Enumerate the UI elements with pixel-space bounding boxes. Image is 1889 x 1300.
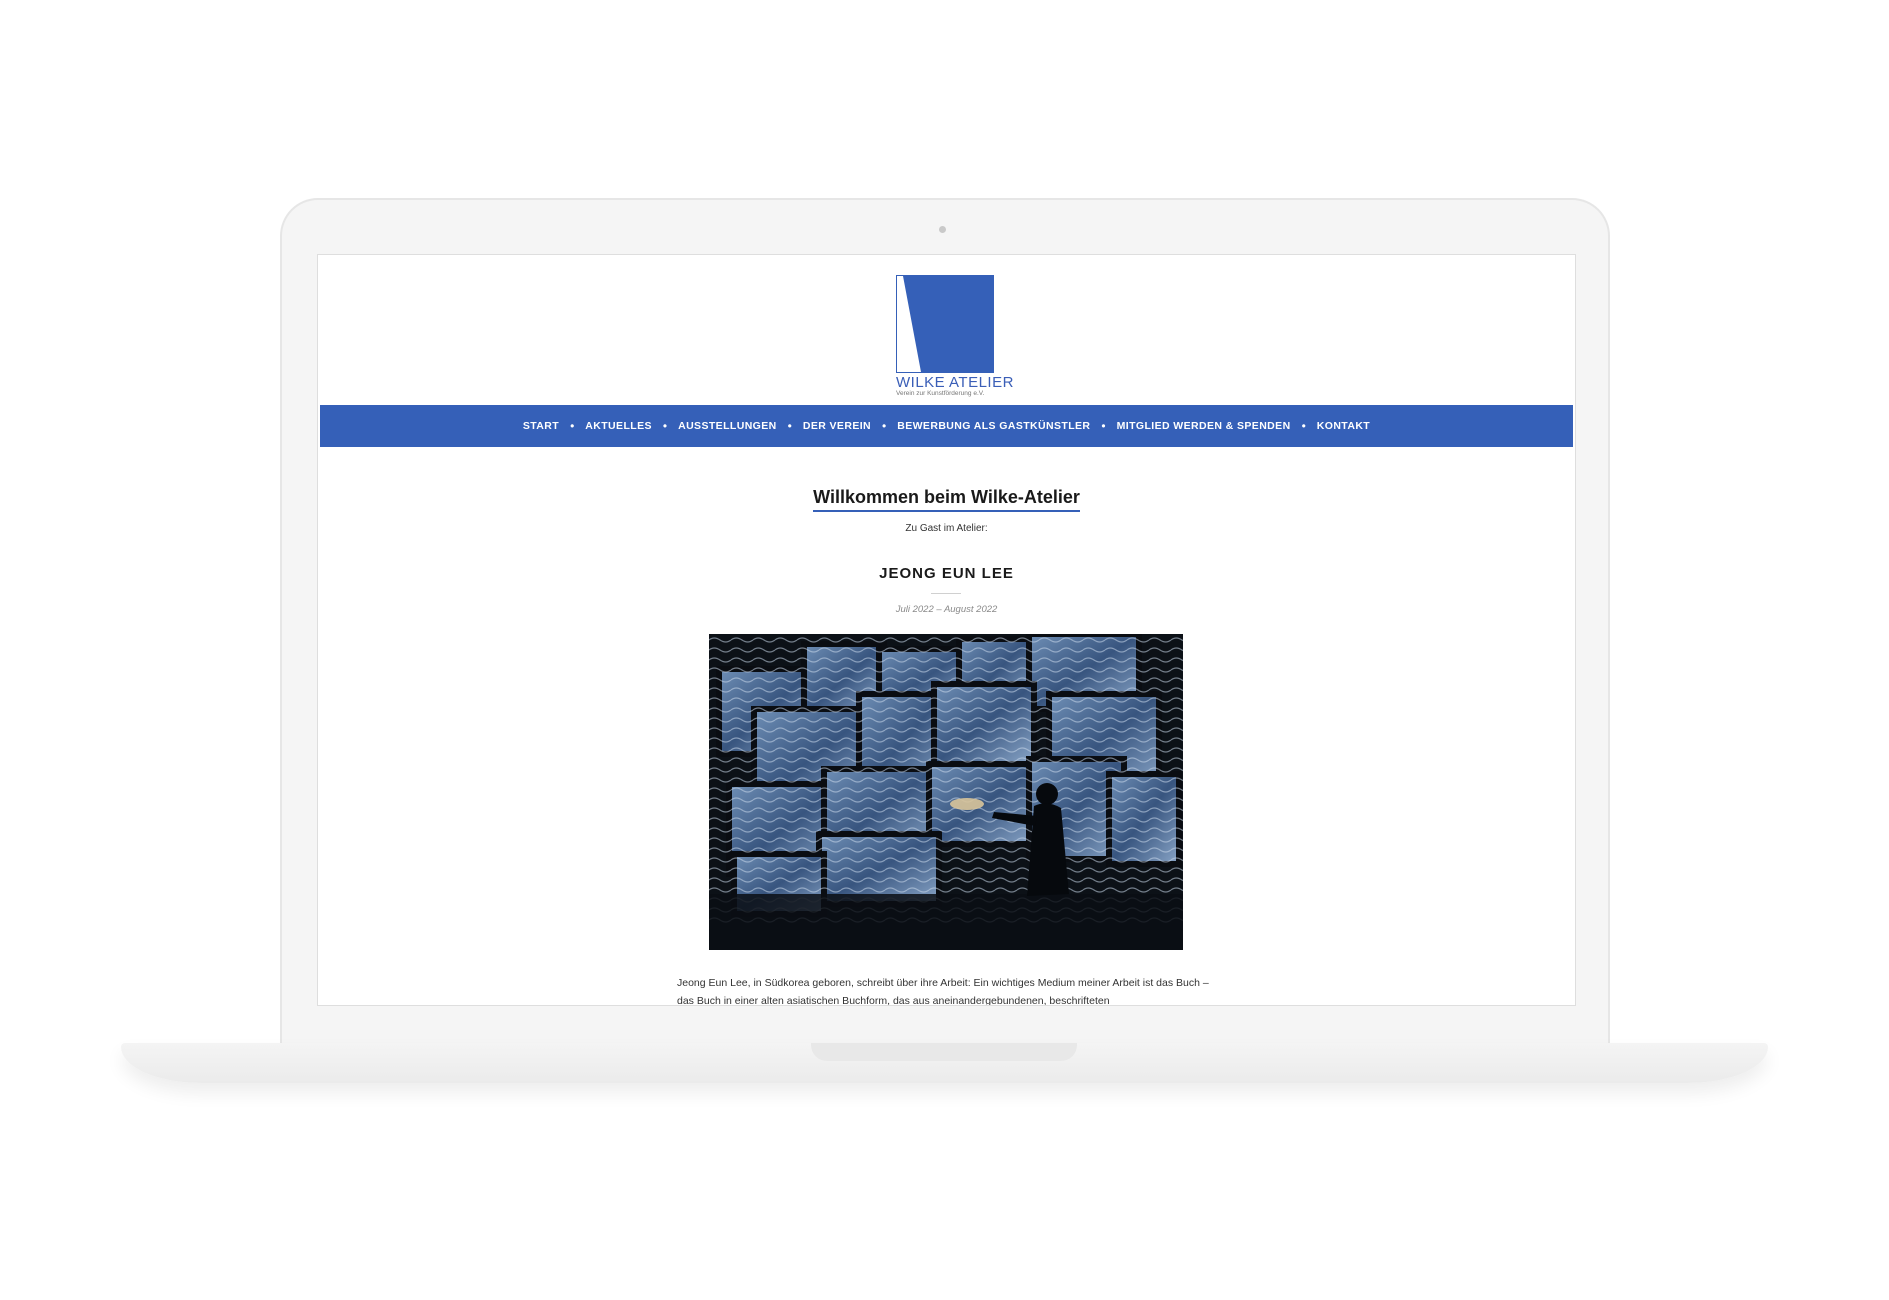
laptop-base [121,1043,1768,1083]
guest-label: Zu Gast im Atelier: [905,523,988,534]
artist-divider [931,593,961,594]
installation-photo-icon [709,634,1183,950]
nav-separator: • [570,419,575,433]
nav-item-kontakt[interactable]: KONTAKT [1317,420,1370,432]
nav-item-ausstellungen[interactable]: AUSSTELLUNGEN [678,420,777,432]
welcome-section: Willkommen beim Wilke-Atelier [318,487,1575,512]
nav-item-der-verein[interactable]: DER VEREIN [803,420,871,432]
logo-mark-icon [896,275,994,373]
nav-separator: • [787,419,792,433]
camera-icon [939,226,946,233]
browser-viewport: WILKE ATELIER Verein zur Kunstförderung … [317,254,1576,1006]
nav-separator: • [882,419,887,433]
nav-separator: • [662,419,668,433]
logo-title: WILKE ATELIER [896,374,1014,391]
nav-separator: • [1301,419,1306,433]
nav-item-aktuelles[interactable]: AKTUELLES [585,420,652,432]
page-title: Willkommen beim Wilke-Atelier [813,487,1080,512]
artist-description: Jeong Eun Lee, in Südkorea geboren, schr… [677,976,1209,1006]
laptop-notch [811,1043,1077,1061]
artist-name: JEONG EUN LEE [879,565,1014,582]
residency-dates: Juli 2022 – August 2022 [895,604,998,615]
logo-subtitle: Verein zur Kunstförderung e.V. [896,390,985,397]
nav-item-bewerbung[interactable]: BEWERBUNG ALS GASTKÜNSTLER [897,420,1090,432]
nav-item-mitglied[interactable]: MITGLIED WERDEN & SPENDEN [1117,420,1291,432]
nav-separator: • [1101,419,1106,433]
nav-item-start[interactable]: START [523,420,559,432]
installation-photo[interactable] [709,634,1183,950]
site-logo[interactable]: WILKE ATELIER Verein zur Kunstförderung … [896,275,1014,398]
main-navigation: START • AKTUELLES • AUSSTELLUNGEN • DER … [320,405,1573,447]
